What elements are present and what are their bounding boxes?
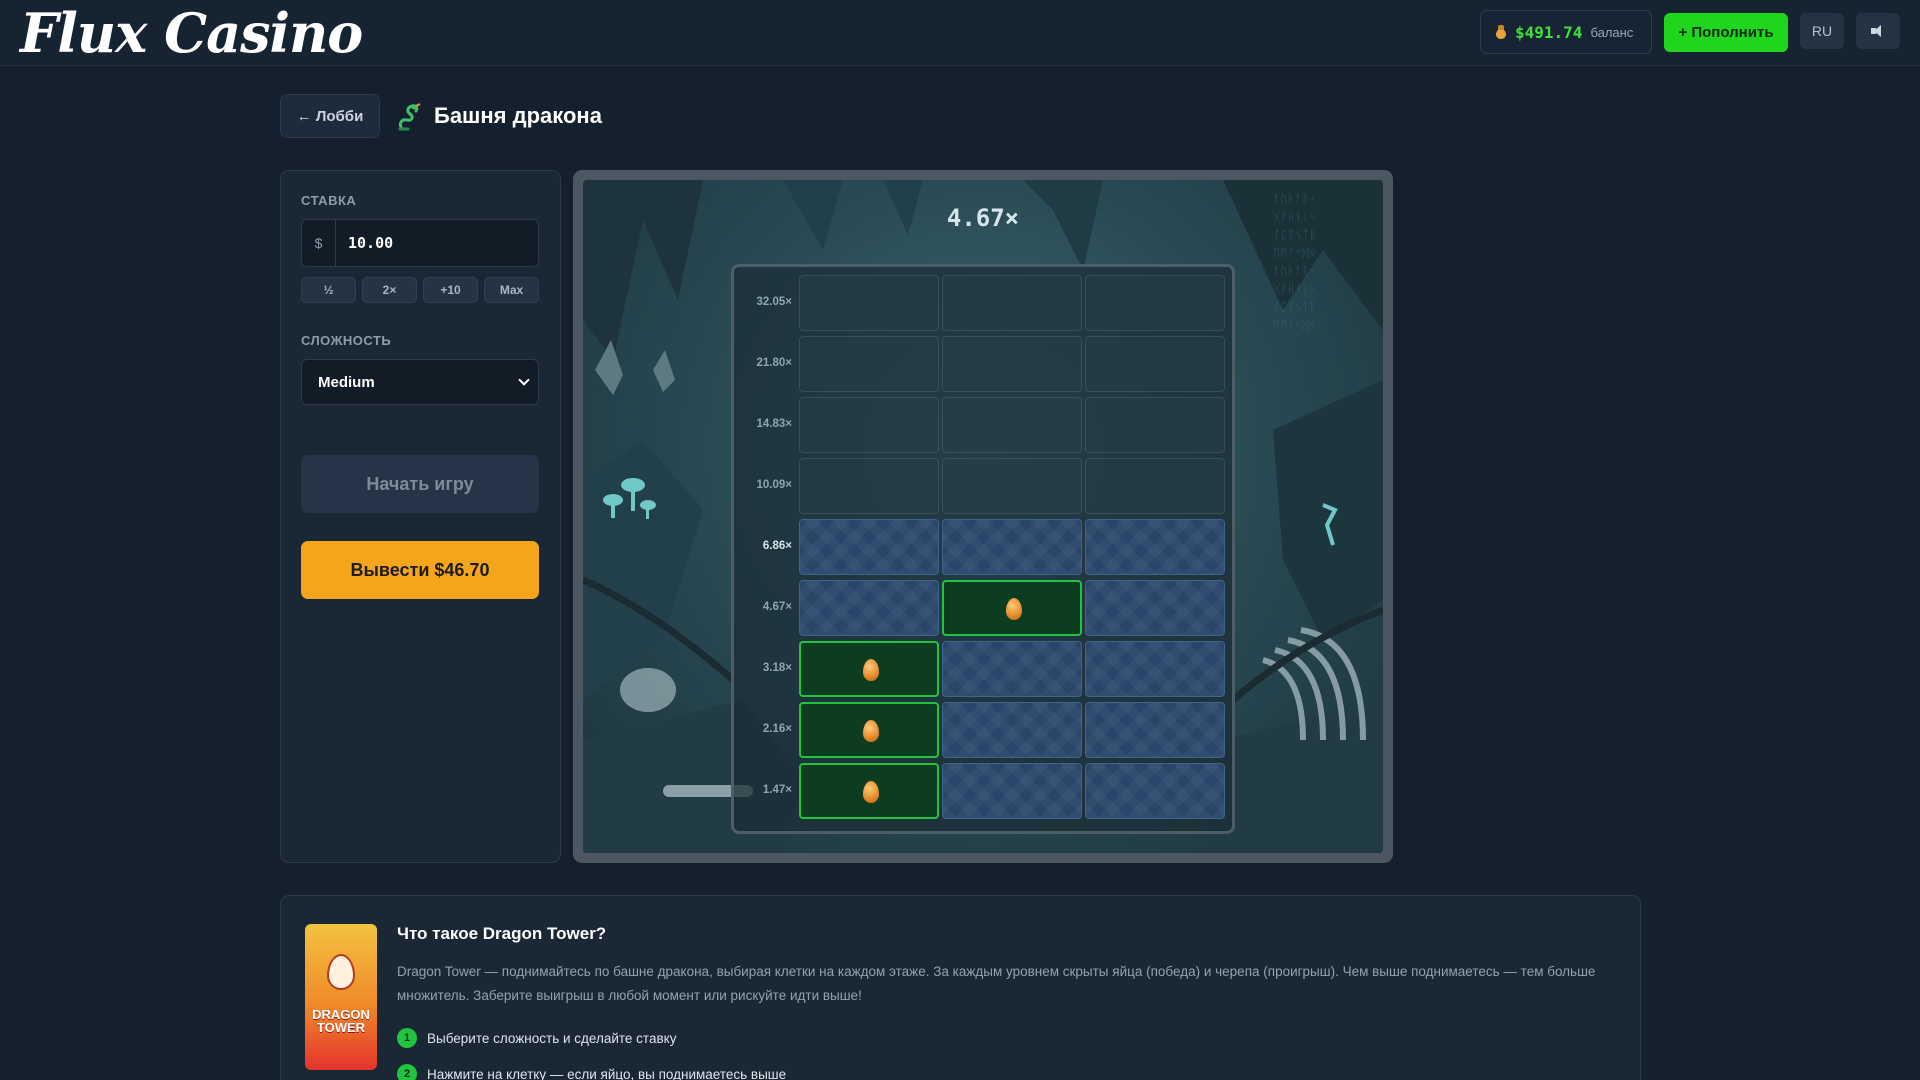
egg-icon	[863, 659, 879, 681]
step-item: 2 Нажмите на клетку — если яйцо, вы подн…	[397, 1064, 786, 1080]
tower-cell	[942, 641, 1082, 697]
difficulty-label: СЛОЖНОСТЬ	[301, 333, 392, 348]
game-thumbnail: DRAGON TOWER	[305, 924, 377, 1070]
tower-cell	[799, 458, 939, 514]
back-to-lobby-button[interactable]: ← Лобби	[280, 94, 380, 138]
top-header: Flux Casino $491.74 баланс + Пополнить R…	[0, 0, 1920, 66]
row-multiplier-label: 6.86×	[762, 540, 792, 552]
row-multiplier-label: 21.80×	[756, 357, 793, 369]
step-number: 2	[397, 1064, 417, 1080]
site-logo[interactable]: Flux Casino	[20, 2, 363, 64]
tower-cell	[942, 702, 1082, 758]
start-game-button[interactable]: Начать игру	[301, 455, 539, 513]
tower-cell	[942, 397, 1082, 453]
row-multiplier-label: 2.16×	[762, 723, 792, 735]
currency-symbol: $	[302, 220, 336, 266]
balance-display: $491.74 баланс	[1480, 10, 1652, 54]
cashout-button[interactable]: Вывести $46.70	[301, 541, 539, 599]
speaker-icon	[1871, 25, 1885, 37]
tower-cell-egg	[799, 641, 939, 697]
tower-cell	[1085, 763, 1225, 819]
row-multiplier-label: 32.05×	[756, 296, 793, 308]
tower-cell[interactable]	[1085, 519, 1225, 575]
balance-label: баланс	[1590, 24, 1634, 40]
row-multiplier-label: 10.09×	[756, 479, 793, 491]
language-button[interactable]: RU	[1800, 13, 1844, 49]
dragon-icon	[398, 103, 421, 131]
tower-cell-egg	[942, 580, 1082, 636]
info-title: Что такое Dragon Tower?	[397, 924, 607, 943]
step-text: Выберите сложность и сделайте ставку	[427, 1030, 677, 1046]
row-multiplier-label: 4.67×	[762, 601, 792, 613]
bet-field: $	[301, 219, 539, 267]
tower-cell	[942, 275, 1082, 331]
step-number: 1	[397, 1028, 417, 1048]
row-multiplier-label: 1.47×	[762, 784, 792, 796]
sound-toggle-button[interactable]	[1856, 13, 1900, 49]
page-title: Башня дракона	[434, 103, 602, 128]
step-item: 1 Выберите сложность и сделайте ставку	[397, 1028, 676, 1048]
dragon-cave-scene: ᚠᚢᚦᚨᚱᚲ ᚷᚹᚺᚾᛁᛃ ᛇᛈᛉᛊᛏᛒ ᛖᛗᛚᛜᛞᛟ ᚠᚢᚦᚨᚱᚲ ᚷᚹᚺᚾᛁᛃ ᛇᛈᛉᛊ…	[583, 180, 1383, 853]
chevron-down-icon	[518, 374, 530, 386]
tower-cell	[942, 763, 1082, 819]
tower-grid: 32.05× 21.80× 14.83× 10.09× 6.86× 4.67× 3.18× 2…	[731, 264, 1235, 834]
bet-controls-panel: СТАВКА $ ½ 2× +10 Max СЛОЖНОСТЬ Medium Н…	[280, 170, 561, 863]
bet-quick-buttons: ½ 2× +10 Max	[301, 277, 539, 303]
half-bet-button[interactable]: ½	[301, 277, 356, 303]
tower-cell	[1085, 275, 1225, 331]
egg-icon	[863, 781, 879, 803]
tower-cell	[799, 397, 939, 453]
step-text: Нажмите на клетку — если яйцо, вы подним…	[427, 1066, 787, 1080]
tower-cell-egg	[799, 763, 939, 819]
game-info-card: DRAGON TOWER Что такое Dragon Tower? Dra…	[280, 895, 1641, 1080]
tower-cell	[1085, 458, 1225, 514]
double-bet-button[interactable]: 2×	[362, 277, 417, 303]
add-ten-button[interactable]: +10	[423, 277, 478, 303]
egg-icon	[1006, 598, 1022, 620]
balance-amount: $491.74	[1515, 22, 1583, 42]
tower-cell	[942, 458, 1082, 514]
info-description: Dragon Tower — поднимайтесь по башне дра…	[397, 964, 1596, 1003]
difficulty-select[interactable]: Medium	[301, 359, 539, 405]
money-bag-icon	[1495, 25, 1507, 39]
egg-illustration	[327, 954, 355, 990]
tower-cell[interactable]	[942, 519, 1082, 575]
row-multiplier-label: 3.18×	[762, 662, 792, 674]
tower-cell	[799, 580, 939, 636]
deposit-button[interactable]: + Пополнить	[1664, 13, 1788, 52]
thumbnail-text: DRAGON TOWER	[312, 1007, 370, 1035]
bet-label: СТАВКА	[301, 193, 357, 208]
tower-cell	[799, 336, 939, 392]
difficulty-value: Medium	[318, 373, 375, 391]
tower-cell-egg	[799, 702, 939, 758]
tower-cell	[1085, 580, 1225, 636]
tower-cell[interactable]	[799, 519, 939, 575]
tower-cell	[799, 275, 939, 331]
current-multiplier: 4.67×	[946, 204, 1020, 232]
tower-cell	[942, 336, 1082, 392]
tower-cell	[1085, 641, 1225, 697]
bet-amount-input[interactable]	[336, 234, 526, 252]
row-multiplier-label: 14.83×	[756, 418, 793, 430]
game-board-frame: ᚠᚢᚦᚨᚱᚲ ᚷᚹᚺᚾᛁᛃ ᛇᛈᛉᛊᛏᛒ ᛖᛗᛚᛜᛞᛟ ᚠᚢᚦᚨᚱᚲ ᚷᚹᚺᚾᛁᛃ ᛇᛈᛉᛊ…	[573, 170, 1393, 863]
tower-cell	[1085, 336, 1225, 392]
egg-icon	[863, 720, 879, 742]
tower-cell	[1085, 397, 1225, 453]
max-bet-button[interactable]: Max	[484, 277, 539, 303]
tower-cell	[1085, 702, 1225, 758]
